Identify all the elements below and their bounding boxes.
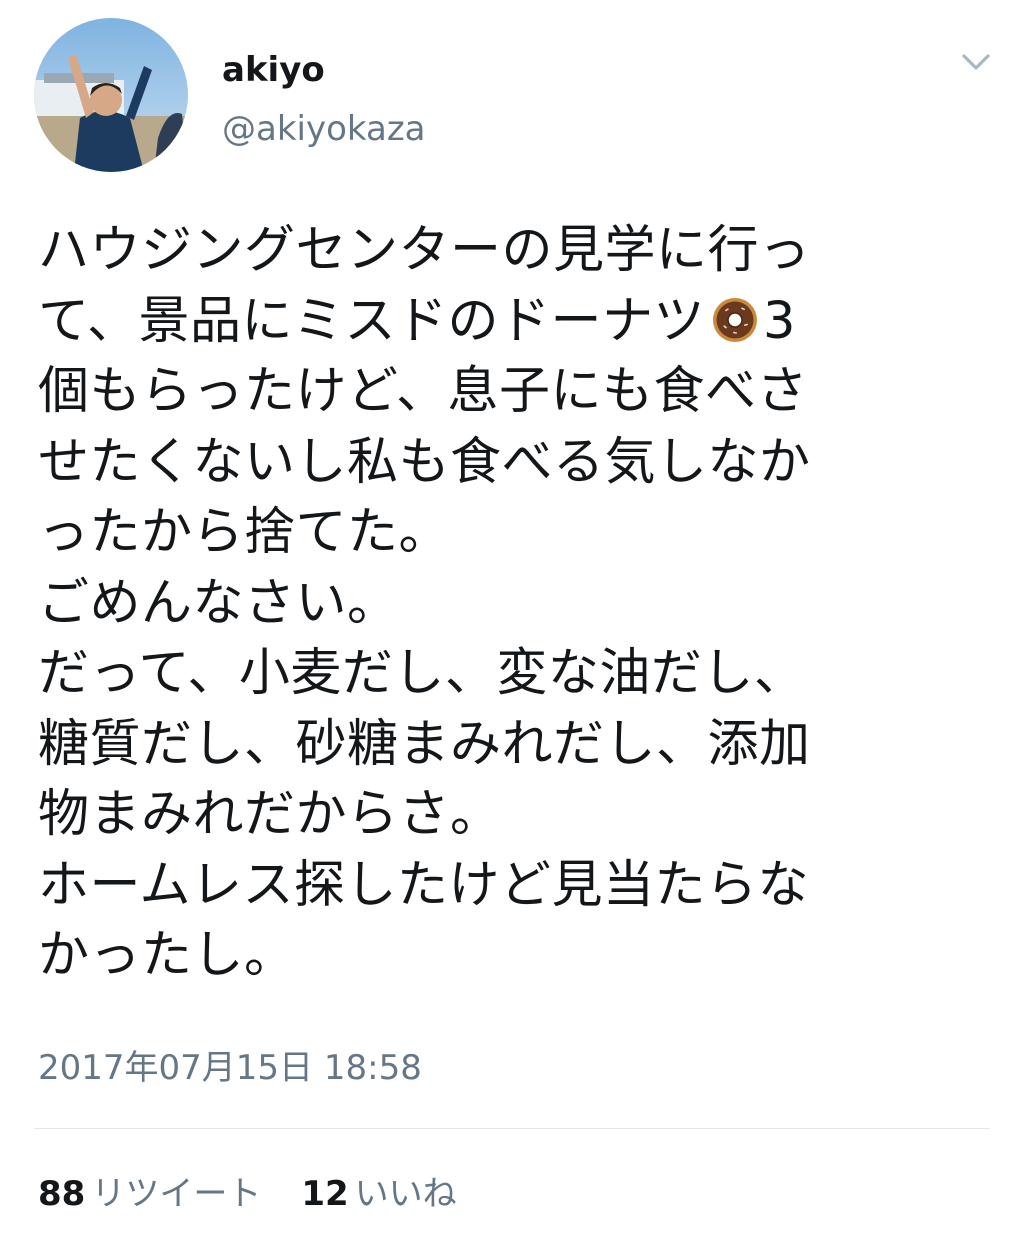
user-handle[interactable]: @akiyokaza (222, 104, 426, 154)
tweet-line: ハウジングセンターの見学に行っ (38, 221, 811, 280)
retweet-label: リツイート (91, 1174, 262, 1214)
tweet-text-segment: 3 (762, 291, 796, 351)
tweet-line: 糖質だし、砂糖まみれだし、添加 (38, 714, 811, 774)
tweet-text-segment: て、景品にミスドのドーナツ (38, 291, 705, 351)
divider (34, 1128, 990, 1129)
tweet-line: ごめんなさい。 (38, 573, 399, 633)
tweet-timestamp[interactable]: 2017年07月15日 18:58 (38, 1044, 422, 1092)
donut-emoji-icon (711, 293, 759, 342)
avatar-photo (34, 18, 188, 172)
tweet-line: せたくないし私も食べる気しなか (38, 432, 811, 492)
like-count: 12 (301, 1174, 349, 1214)
retweet-count-link[interactable]: 88 リツイート (38, 1168, 261, 1220)
tweet-text: ハウジングセンターの見学に行っ て、景品にミスドのドーナツ 3 個もらったけど、… (38, 216, 984, 992)
tweet-line: て、景品にミスドのドーナツ 3 (38, 287, 984, 358)
avatar[interactable] (34, 18, 188, 172)
tweet-line: ったから捨てた。 (38, 503, 451, 562)
like-label: いいね (354, 1174, 457, 1214)
retweet-count: 88 (38, 1174, 86, 1214)
tweet-line: 個もらったけど、息子にも食べさ (38, 362, 808, 421)
tweet-stats: 88 リツイート 12 いいね (38, 1168, 497, 1220)
like-count-link[interactable]: 12 いいね (301, 1168, 456, 1220)
tweet-line: かったし。 (38, 926, 296, 985)
chevron-down-icon[interactable] (956, 46, 996, 76)
display-name[interactable]: akiyo (222, 44, 325, 96)
tweet-line: だって、小麦だし、変な油だし、 (38, 644, 806, 703)
tweet-line: ホームレス探したけど見当たらな (38, 855, 809, 915)
tweet-line: 物まみれだからさ。 (38, 785, 502, 844)
